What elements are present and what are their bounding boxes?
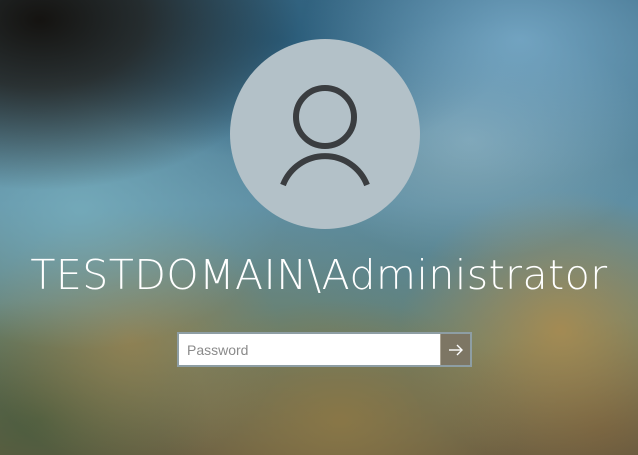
password-input[interactable] — [179, 334, 440, 365]
username-label: TESTDOMAIN\Administrator — [30, 251, 608, 299]
arrow-right-icon — [449, 344, 463, 356]
user-avatar — [230, 39, 420, 229]
user-silhouette-icon — [280, 85, 370, 187]
submit-button[interactable] — [440, 334, 470, 365]
password-box — [177, 332, 472, 367]
